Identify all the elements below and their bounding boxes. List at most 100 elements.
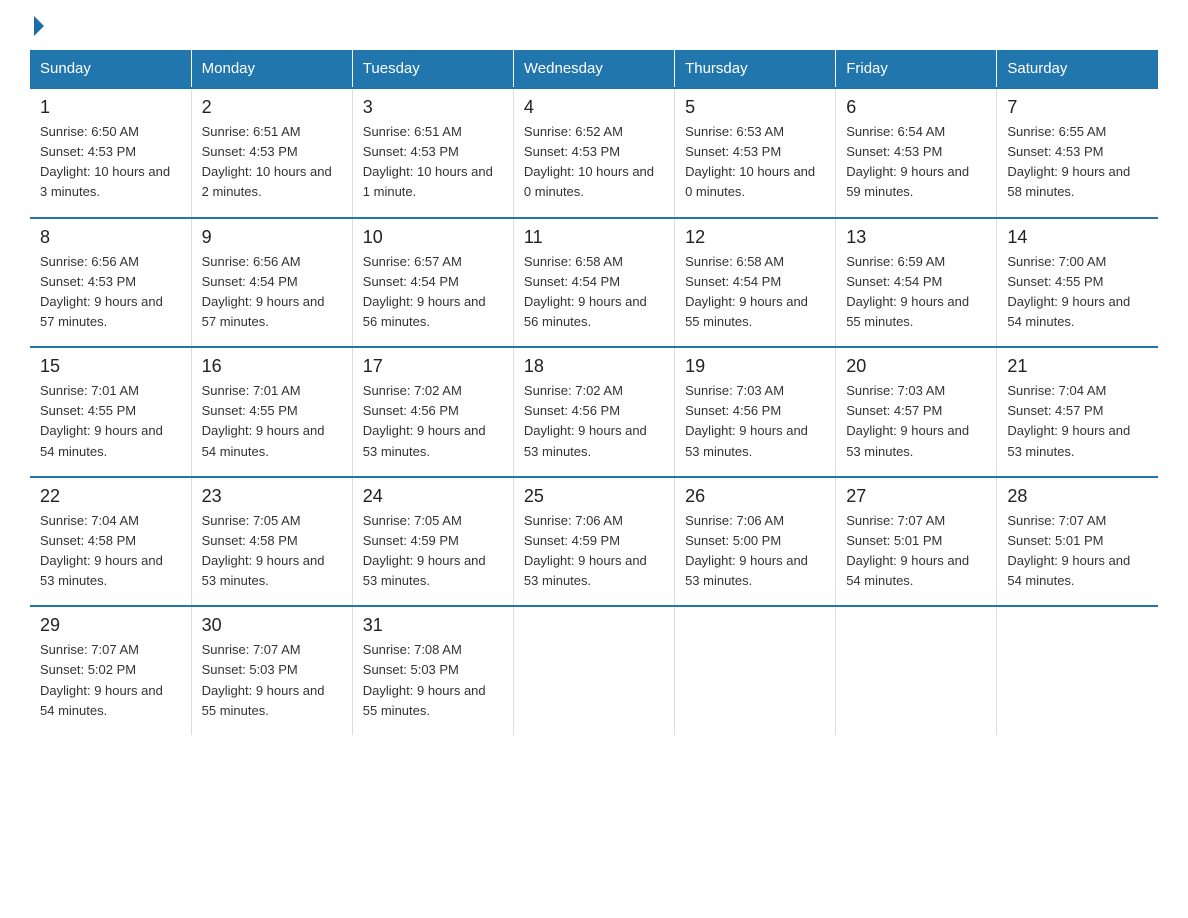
- calendar-day-cell: 19 Sunrise: 7:03 AMSunset: 4:56 PMDaylig…: [675, 347, 836, 477]
- day-info: Sunrise: 7:05 AMSunset: 4:59 PMDaylight:…: [363, 511, 503, 592]
- calendar-week-row: 1 Sunrise: 6:50 AMSunset: 4:53 PMDayligh…: [30, 88, 1158, 218]
- calendar-day-cell: 24 Sunrise: 7:05 AMSunset: 4:59 PMDaylig…: [352, 477, 513, 607]
- calendar-day-cell: 11 Sunrise: 6:58 AMSunset: 4:54 PMDaylig…: [513, 218, 674, 348]
- calendar-day-cell: 23 Sunrise: 7:05 AMSunset: 4:58 PMDaylig…: [191, 477, 352, 607]
- calendar-day-cell: [997, 606, 1158, 735]
- calendar-day-cell: 10 Sunrise: 6:57 AMSunset: 4:54 PMDaylig…: [352, 218, 513, 348]
- day-info: Sunrise: 6:51 AMSunset: 4:53 PMDaylight:…: [363, 122, 503, 203]
- day-number: 7: [1007, 97, 1148, 118]
- calendar-day-cell: 29 Sunrise: 7:07 AMSunset: 5:02 PMDaylig…: [30, 606, 191, 735]
- day-number: 5: [685, 97, 825, 118]
- day-info: Sunrise: 6:55 AMSunset: 4:53 PMDaylight:…: [1007, 122, 1148, 203]
- day-info: Sunrise: 6:57 AMSunset: 4:54 PMDaylight:…: [363, 252, 503, 333]
- day-info: Sunrise: 7:01 AMSunset: 4:55 PMDaylight:…: [40, 381, 181, 462]
- day-info: Sunrise: 6:51 AMSunset: 4:53 PMDaylight:…: [202, 122, 342, 203]
- calendar-day-cell: 18 Sunrise: 7:02 AMSunset: 4:56 PMDaylig…: [513, 347, 674, 477]
- day-number: 31: [363, 615, 503, 636]
- weekday-header: Thursday: [675, 50, 836, 88]
- calendar-day-cell: 22 Sunrise: 7:04 AMSunset: 4:58 PMDaylig…: [30, 477, 191, 607]
- day-info: Sunrise: 7:08 AMSunset: 5:03 PMDaylight:…: [363, 640, 503, 721]
- day-number: 4: [524, 97, 664, 118]
- day-info: Sunrise: 7:07 AMSunset: 5:03 PMDaylight:…: [202, 640, 342, 721]
- weekday-header-row: SundayMondayTuesdayWednesdayThursdayFrid…: [30, 50, 1158, 88]
- calendar-week-row: 15 Sunrise: 7:01 AMSunset: 4:55 PMDaylig…: [30, 347, 1158, 477]
- day-number: 8: [40, 227, 181, 248]
- calendar-day-cell: 27 Sunrise: 7:07 AMSunset: 5:01 PMDaylig…: [836, 477, 997, 607]
- calendar-day-cell: 17 Sunrise: 7:02 AMSunset: 4:56 PMDaylig…: [352, 347, 513, 477]
- calendar-day-cell: 9 Sunrise: 6:56 AMSunset: 4:54 PMDayligh…: [191, 218, 352, 348]
- weekday-header: Sunday: [30, 50, 191, 88]
- day-info: Sunrise: 7:02 AMSunset: 4:56 PMDaylight:…: [524, 381, 664, 462]
- calendar-day-cell: 4 Sunrise: 6:52 AMSunset: 4:53 PMDayligh…: [513, 88, 674, 218]
- calendar-day-cell: 26 Sunrise: 7:06 AMSunset: 5:00 PMDaylig…: [675, 477, 836, 607]
- day-number: 11: [524, 227, 664, 248]
- day-info: Sunrise: 7:02 AMSunset: 4:56 PMDaylight:…: [363, 381, 503, 462]
- day-info: Sunrise: 7:06 AMSunset: 5:00 PMDaylight:…: [685, 511, 825, 592]
- calendar-day-cell: 20 Sunrise: 7:03 AMSunset: 4:57 PMDaylig…: [836, 347, 997, 477]
- day-number: 10: [363, 227, 503, 248]
- calendar-day-cell: 2 Sunrise: 6:51 AMSunset: 4:53 PMDayligh…: [191, 88, 352, 218]
- day-number: 6: [846, 97, 986, 118]
- day-info: Sunrise: 7:01 AMSunset: 4:55 PMDaylight:…: [202, 381, 342, 462]
- calendar-day-cell: 5 Sunrise: 6:53 AMSunset: 4:53 PMDayligh…: [675, 88, 836, 218]
- calendar-day-cell: 14 Sunrise: 7:00 AMSunset: 4:55 PMDaylig…: [997, 218, 1158, 348]
- day-number: 1: [40, 97, 181, 118]
- calendar-week-row: 29 Sunrise: 7:07 AMSunset: 5:02 PMDaylig…: [30, 606, 1158, 735]
- day-number: 21: [1007, 356, 1148, 377]
- day-info: Sunrise: 6:59 AMSunset: 4:54 PMDaylight:…: [846, 252, 986, 333]
- day-number: 16: [202, 356, 342, 377]
- calendar-day-cell: 28 Sunrise: 7:07 AMSunset: 5:01 PMDaylig…: [997, 477, 1158, 607]
- calendar-day-cell: 6 Sunrise: 6:54 AMSunset: 4:53 PMDayligh…: [836, 88, 997, 218]
- day-number: 22: [40, 486, 181, 507]
- weekday-header: Tuesday: [352, 50, 513, 88]
- day-info: Sunrise: 7:04 AMSunset: 4:58 PMDaylight:…: [40, 511, 181, 592]
- calendar-day-cell: 3 Sunrise: 6:51 AMSunset: 4:53 PMDayligh…: [352, 88, 513, 218]
- weekday-header: Saturday: [997, 50, 1158, 88]
- calendar-day-cell: 13 Sunrise: 6:59 AMSunset: 4:54 PMDaylig…: [836, 218, 997, 348]
- calendar-day-cell: 15 Sunrise: 7:01 AMSunset: 4:55 PMDaylig…: [30, 347, 191, 477]
- day-number: 30: [202, 615, 342, 636]
- calendar-week-row: 8 Sunrise: 6:56 AMSunset: 4:53 PMDayligh…: [30, 218, 1158, 348]
- day-info: Sunrise: 6:54 AMSunset: 4:53 PMDaylight:…: [846, 122, 986, 203]
- weekday-header: Friday: [836, 50, 997, 88]
- day-number: 3: [363, 97, 503, 118]
- day-info: Sunrise: 7:06 AMSunset: 4:59 PMDaylight:…: [524, 511, 664, 592]
- day-number: 29: [40, 615, 181, 636]
- day-info: Sunrise: 7:05 AMSunset: 4:58 PMDaylight:…: [202, 511, 342, 592]
- day-number: 26: [685, 486, 825, 507]
- calendar-day-cell: 8 Sunrise: 6:56 AMSunset: 4:53 PMDayligh…: [30, 218, 191, 348]
- calendar-week-row: 22 Sunrise: 7:04 AMSunset: 4:58 PMDaylig…: [30, 477, 1158, 607]
- day-number: 13: [846, 227, 986, 248]
- day-info: Sunrise: 6:53 AMSunset: 4:53 PMDaylight:…: [685, 122, 825, 203]
- day-info: Sunrise: 7:07 AMSunset: 5:02 PMDaylight:…: [40, 640, 181, 721]
- day-info: Sunrise: 7:07 AMSunset: 5:01 PMDaylight:…: [1007, 511, 1148, 592]
- day-number: 28: [1007, 486, 1148, 507]
- day-info: Sunrise: 6:58 AMSunset: 4:54 PMDaylight:…: [685, 252, 825, 333]
- day-number: 27: [846, 486, 986, 507]
- day-number: 18: [524, 356, 664, 377]
- day-info: Sunrise: 7:04 AMSunset: 4:57 PMDaylight:…: [1007, 381, 1148, 462]
- weekday-header: Monday: [191, 50, 352, 88]
- day-number: 24: [363, 486, 503, 507]
- calendar-day-cell: 31 Sunrise: 7:08 AMSunset: 5:03 PMDaylig…: [352, 606, 513, 735]
- day-number: 25: [524, 486, 664, 507]
- day-number: 9: [202, 227, 342, 248]
- day-info: Sunrise: 6:58 AMSunset: 4:54 PMDaylight:…: [524, 252, 664, 333]
- day-number: 20: [846, 356, 986, 377]
- day-number: 2: [202, 97, 342, 118]
- day-info: Sunrise: 7:03 AMSunset: 4:56 PMDaylight:…: [685, 381, 825, 462]
- day-number: 17: [363, 356, 503, 377]
- day-info: Sunrise: 6:50 AMSunset: 4:53 PMDaylight:…: [40, 122, 181, 203]
- calendar-day-cell: 7 Sunrise: 6:55 AMSunset: 4:53 PMDayligh…: [997, 88, 1158, 218]
- calendar-day-cell: 25 Sunrise: 7:06 AMSunset: 4:59 PMDaylig…: [513, 477, 674, 607]
- calendar-day-cell: 12 Sunrise: 6:58 AMSunset: 4:54 PMDaylig…: [675, 218, 836, 348]
- day-info: Sunrise: 7:07 AMSunset: 5:01 PMDaylight:…: [846, 511, 986, 592]
- day-number: 15: [40, 356, 181, 377]
- day-number: 14: [1007, 227, 1148, 248]
- day-number: 12: [685, 227, 825, 248]
- calendar-day-cell: 21 Sunrise: 7:04 AMSunset: 4:57 PMDaylig…: [997, 347, 1158, 477]
- day-info: Sunrise: 6:56 AMSunset: 4:54 PMDaylight:…: [202, 252, 342, 333]
- calendar-day-cell: [513, 606, 674, 735]
- calendar-day-cell: 30 Sunrise: 7:07 AMSunset: 5:03 PMDaylig…: [191, 606, 352, 735]
- weekday-header: Wednesday: [513, 50, 674, 88]
